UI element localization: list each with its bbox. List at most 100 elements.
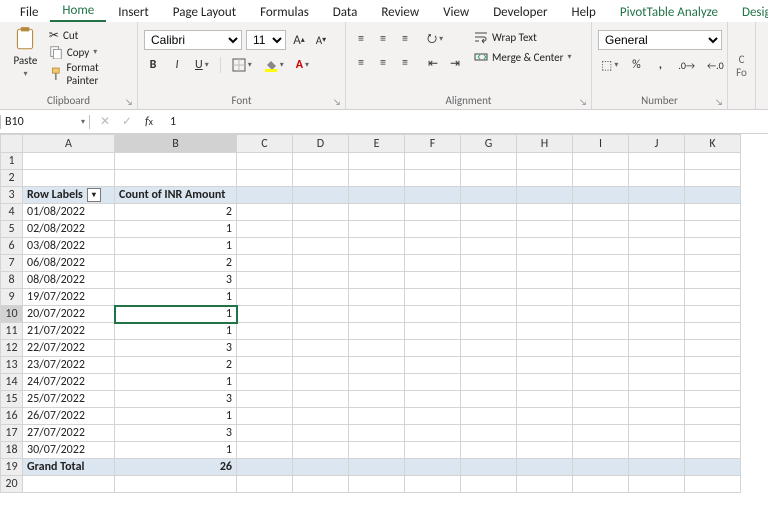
- cell-A5[interactable]: 02/08/2022: [23, 221, 115, 238]
- cell-K20[interactable]: [685, 476, 741, 493]
- font-dialog-launcher[interactable]: ↘: [333, 97, 343, 107]
- cell-J9[interactable]: [629, 289, 685, 306]
- row-header-20[interactable]: 20: [1, 476, 23, 493]
- cell-F15[interactable]: [405, 391, 461, 408]
- cell-E5[interactable]: [349, 221, 405, 238]
- cell-I16[interactable]: [573, 408, 629, 425]
- cell-I1[interactable]: [573, 153, 629, 170]
- cell-I5[interactable]: [573, 221, 629, 238]
- cell-F17[interactable]: [405, 425, 461, 442]
- column-header-B[interactable]: B: [115, 135, 237, 153]
- cell-F5[interactable]: [405, 221, 461, 238]
- cell-F20[interactable]: [405, 476, 461, 493]
- cell-I19[interactable]: [573, 459, 629, 476]
- cell-K19[interactable]: [685, 459, 741, 476]
- row-header-6[interactable]: 6: [1, 238, 23, 255]
- cell-E3[interactable]: [349, 187, 405, 204]
- font-size-select[interactable]: 11: [246, 30, 286, 50]
- cell-E12[interactable]: [349, 340, 405, 357]
- cell-B1[interactable]: [115, 153, 237, 170]
- cell-A1[interactable]: [23, 153, 115, 170]
- cell-K15[interactable]: [685, 391, 741, 408]
- cell-D9[interactable]: [293, 289, 349, 306]
- cell-H19[interactable]: [517, 459, 573, 476]
- cell-D20[interactable]: [293, 476, 349, 493]
- cell-I12[interactable]: [573, 340, 629, 357]
- cell-G16[interactable]: [461, 408, 517, 425]
- borders-button[interactable]: [229, 56, 255, 74]
- cell-A19[interactable]: Grand Total: [23, 459, 115, 476]
- cell-G12[interactable]: [461, 340, 517, 357]
- cell-H4[interactable]: [517, 204, 573, 221]
- cell-C17[interactable]: [237, 425, 293, 442]
- align-right-button[interactable]: ≡: [396, 54, 414, 72]
- cell-I17[interactable]: [573, 425, 629, 442]
- cell-K14[interactable]: [685, 374, 741, 391]
- paste-button[interactable]: Paste ▾: [6, 24, 45, 80]
- cell-C8[interactable]: [237, 272, 293, 289]
- cell-H7[interactable]: [517, 255, 573, 272]
- cell-J8[interactable]: [629, 272, 685, 289]
- cell-C16[interactable]: [237, 408, 293, 425]
- cell-F11[interactable]: [405, 323, 461, 340]
- cell-H6[interactable]: [517, 238, 573, 255]
- cell-B17[interactable]: 3: [115, 425, 237, 442]
- cell-B15[interactable]: 3: [115, 391, 237, 408]
- cell-E18[interactable]: [349, 442, 405, 459]
- font-name-select[interactable]: Calibri: [144, 30, 242, 50]
- cell-E13[interactable]: [349, 357, 405, 374]
- cell-B20[interactable]: [115, 476, 237, 493]
- fill-color-button[interactable]: [261, 56, 287, 74]
- cell-K8[interactable]: [685, 272, 741, 289]
- underline-button[interactable]: U: [192, 56, 212, 74]
- cell-A9[interactable]: 19/07/2022: [23, 289, 115, 306]
- cell-H3[interactable]: [517, 187, 573, 204]
- cell-J15[interactable]: [629, 391, 685, 408]
- tab-pivot-analyze[interactable]: PivotTable Analyze: [608, 3, 730, 22]
- cell-A13[interactable]: 23/07/2022: [23, 357, 115, 374]
- cell-C13[interactable]: [237, 357, 293, 374]
- column-header-F[interactable]: F: [405, 135, 461, 153]
- column-header-J[interactable]: J: [629, 135, 685, 153]
- cell-A11[interactable]: 21/07/2022: [23, 323, 115, 340]
- tab-view[interactable]: View: [431, 3, 481, 22]
- cell-E2[interactable]: [349, 170, 405, 187]
- column-header-E[interactable]: E: [349, 135, 405, 153]
- cell-F8[interactable]: [405, 272, 461, 289]
- cell-F18[interactable]: [405, 442, 461, 459]
- cut-button[interactable]: ✂ Cut: [49, 28, 131, 43]
- cell-H18[interactable]: [517, 442, 573, 459]
- cell-D13[interactable]: [293, 357, 349, 374]
- cell-D19[interactable]: [293, 459, 349, 476]
- cell-F19[interactable]: [405, 459, 461, 476]
- row-header-9[interactable]: 9: [1, 289, 23, 306]
- tab-data[interactable]: Data: [321, 3, 370, 22]
- tab-review[interactable]: Review: [369, 3, 431, 22]
- tab-home[interactable]: Home: [50, 1, 106, 22]
- cell-A20[interactable]: [23, 476, 115, 493]
- cell-G14[interactable]: [461, 374, 517, 391]
- cell-D17[interactable]: [293, 425, 349, 442]
- cell-G10[interactable]: [461, 306, 517, 323]
- worksheet-grid[interactable]: ABCDEFGHIJK123Row Labels▾Count of INR Am…: [0, 134, 768, 493]
- cell-A7[interactable]: 06/08/2022: [23, 255, 115, 272]
- cell-J20[interactable]: [629, 476, 685, 493]
- pivot-filter-dropdown[interactable]: ▾: [87, 188, 101, 202]
- cell-D3[interactable]: [293, 187, 349, 204]
- cell-B14[interactable]: 1: [115, 374, 237, 391]
- cell-E14[interactable]: [349, 374, 405, 391]
- font-color-button[interactable]: A: [293, 56, 312, 74]
- merge-center-button[interactable]: Merge & Center ▾: [474, 50, 572, 64]
- cell-B18[interactable]: 1: [115, 442, 237, 459]
- cell-D14[interactable]: [293, 374, 349, 391]
- column-header-H[interactable]: H: [517, 135, 573, 153]
- cell-G4[interactable]: [461, 204, 517, 221]
- row-header-15[interactable]: 15: [1, 391, 23, 408]
- cell-G18[interactable]: [461, 442, 517, 459]
- cell-B13[interactable]: 2: [115, 357, 237, 374]
- cell-E20[interactable]: [349, 476, 405, 493]
- cell-G13[interactable]: [461, 357, 517, 374]
- name-box[interactable]: B10 ▾: [0, 115, 90, 129]
- cell-B16[interactable]: 1: [115, 408, 237, 425]
- cell-C6[interactable]: [237, 238, 293, 255]
